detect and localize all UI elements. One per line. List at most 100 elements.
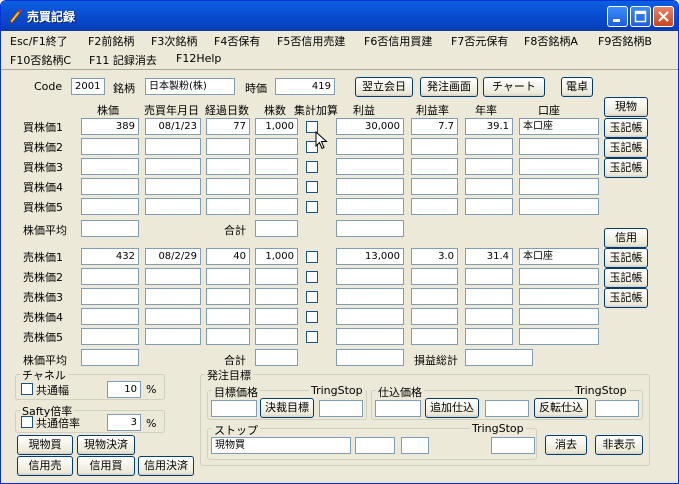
- chart-button[interactable]: チャート: [483, 77, 545, 97]
- menu-item-exit[interactable]: Esc/F1終了: [10, 33, 68, 49]
- buy-shares-input[interactable]: 1,000: [255, 118, 298, 135]
- sell-aggregate-checkbox[interactable]: [306, 331, 318, 343]
- menu-item-next[interactable]: F3次銘柄: [151, 33, 197, 49]
- buy-shares-input[interactable]: [255, 198, 298, 215]
- sell-date-input[interactable]: 08/2/29: [145, 248, 201, 265]
- pl-total-field[interactable]: [465, 349, 533, 366]
- sell-account-field[interactable]: 本口座: [519, 248, 599, 265]
- sell-price-input[interactable]: [81, 268, 139, 285]
- settle-target-button[interactable]: 決裁目標: [260, 398, 314, 418]
- sell-annual-field[interactable]: 31.4: [465, 248, 513, 265]
- buy-price-input[interactable]: 389: [81, 118, 139, 135]
- add-purchase-input[interactable]: [485, 400, 529, 417]
- buy-rate-field[interactable]: [411, 138, 458, 155]
- target-price-input[interactable]: [211, 400, 257, 417]
- jika-field[interactable]: 419: [275, 78, 335, 95]
- sell-shares-input[interactable]: 1,000: [255, 248, 298, 265]
- meigara-field[interactable]: 日本製粉(株): [145, 78, 235, 95]
- buy-price-input[interactable]: [81, 178, 139, 195]
- sell-rate-field[interactable]: 3.0: [411, 248, 458, 265]
- sell-profit-field[interactable]: [336, 308, 404, 325]
- buy-days-field[interactable]: [206, 138, 250, 155]
- buy-rate-field[interactable]: 7.7: [411, 118, 458, 135]
- buy-shares-input[interactable]: [255, 178, 298, 195]
- buy-account-field[interactable]: [519, 158, 599, 175]
- sell-account-field[interactable]: [519, 328, 599, 345]
- sell-price-input[interactable]: 432: [81, 248, 139, 265]
- menu-item-f10[interactable]: F10否銘柄C: [10, 52, 71, 68]
- purchase-tringstop-input[interactable]: [595, 400, 639, 417]
- sell-price-input[interactable]: [81, 288, 139, 305]
- sell-price-input[interactable]: [81, 328, 139, 345]
- buy-profit-field[interactable]: [336, 198, 404, 215]
- buy-days-field[interactable]: 77: [206, 118, 250, 135]
- common-mult-checkbox[interactable]: [21, 416, 33, 428]
- sell-shares-input[interactable]: [255, 308, 298, 325]
- buy-price-input[interactable]: [81, 138, 139, 155]
- sell-account-field[interactable]: [519, 268, 599, 285]
- stop-price-input[interactable]: [355, 437, 395, 454]
- buy-days-field[interactable]: [206, 158, 250, 175]
- common-width-checkbox[interactable]: [21, 383, 33, 395]
- sell-date-input[interactable]: [145, 288, 201, 305]
- sell-days-field[interactable]: 40: [206, 248, 250, 265]
- buy-date-input[interactable]: [145, 158, 201, 175]
- buy-profit-field[interactable]: [336, 178, 404, 195]
- menu-item-f5[interactable]: F5否信用売建: [277, 33, 345, 49]
- sell-shares-input[interactable]: [255, 328, 298, 345]
- sell-rate-field[interactable]: [411, 288, 458, 305]
- sell-profit-field[interactable]: [336, 268, 404, 285]
- sell-profit-field[interactable]: [336, 288, 404, 305]
- code-input[interactable]: 2001: [71, 78, 105, 95]
- sell-days-field[interactable]: [206, 288, 250, 305]
- buy-date-input[interactable]: [145, 198, 201, 215]
- buy-days-field[interactable]: [206, 198, 250, 215]
- sell-rate-field[interactable]: [411, 308, 458, 325]
- sell-days-field[interactable]: [206, 308, 250, 325]
- purchase-price-input[interactable]: [375, 400, 421, 417]
- sell-shares-input[interactable]: [255, 288, 298, 305]
- buy-average-field[interactable]: [81, 220, 139, 237]
- buy-shares-input[interactable]: [255, 158, 298, 175]
- buy-price-input[interactable]: [81, 158, 139, 175]
- genbutsu-buy-button[interactable]: 現物買: [17, 435, 73, 455]
- sell-price-input[interactable]: [81, 308, 139, 325]
- buy-rate-field[interactable]: [411, 158, 458, 175]
- sell-rate-field[interactable]: [411, 328, 458, 345]
- sell-days-field[interactable]: [206, 328, 250, 345]
- sell-aggregate-checkbox[interactable]: [306, 291, 318, 303]
- sell-account-field[interactable]: [519, 308, 599, 325]
- sell-date-input[interactable]: [145, 268, 201, 285]
- sell-profit-field[interactable]: 13,000: [336, 248, 404, 265]
- shinyo-button[interactable]: 信用: [604, 228, 648, 248]
- menu-item-f6[interactable]: F6否信用買建: [364, 33, 432, 49]
- sell-annual-field[interactable]: [465, 288, 513, 305]
- order-screen-button[interactable]: 発注画面: [420, 77, 478, 97]
- gyoku-button[interactable]: 玉記帳: [604, 248, 648, 268]
- buy-rate-field[interactable]: [411, 178, 458, 195]
- buy-profit-field[interactable]: [336, 158, 404, 175]
- buy-price-input[interactable]: [81, 198, 139, 215]
- buy-account-field[interactable]: [519, 198, 599, 215]
- buy-account-field[interactable]: [519, 178, 599, 195]
- buy-date-input[interactable]: 08/1/23: [145, 118, 201, 135]
- sell-account-field[interactable]: [519, 288, 599, 305]
- genbutsu-button[interactable]: 現物: [604, 97, 648, 117]
- minimize-button[interactable]: [607, 6, 628, 27]
- sell-aggregate-checkbox[interactable]: [306, 271, 318, 283]
- calculator-button[interactable]: 電卓: [561, 77, 593, 97]
- target-tringstop-input[interactable]: [319, 400, 363, 417]
- buy-rate-field[interactable]: [411, 198, 458, 215]
- buy-annual-field[interactable]: 39.1: [465, 118, 513, 135]
- shinyo-sell-button[interactable]: 信用売: [17, 456, 73, 476]
- gyoku-button[interactable]: 玉記帳: [604, 158, 648, 178]
- menu-item-help[interactable]: F12Help: [176, 52, 221, 65]
- sell-annual-field[interactable]: [465, 308, 513, 325]
- add-purchase-button[interactable]: 追加仕込: [425, 398, 479, 418]
- stop-select[interactable]: 現物買: [211, 437, 351, 454]
- genbutsu-settle-button[interactable]: 現物決済: [77, 435, 135, 455]
- buy-total-shares-field[interactable]: [255, 220, 298, 237]
- buy-account-field[interactable]: 本口座: [519, 118, 599, 135]
- sell-days-field[interactable]: [206, 268, 250, 285]
- menu-item-f7[interactable]: F7否元保有: [451, 33, 508, 49]
